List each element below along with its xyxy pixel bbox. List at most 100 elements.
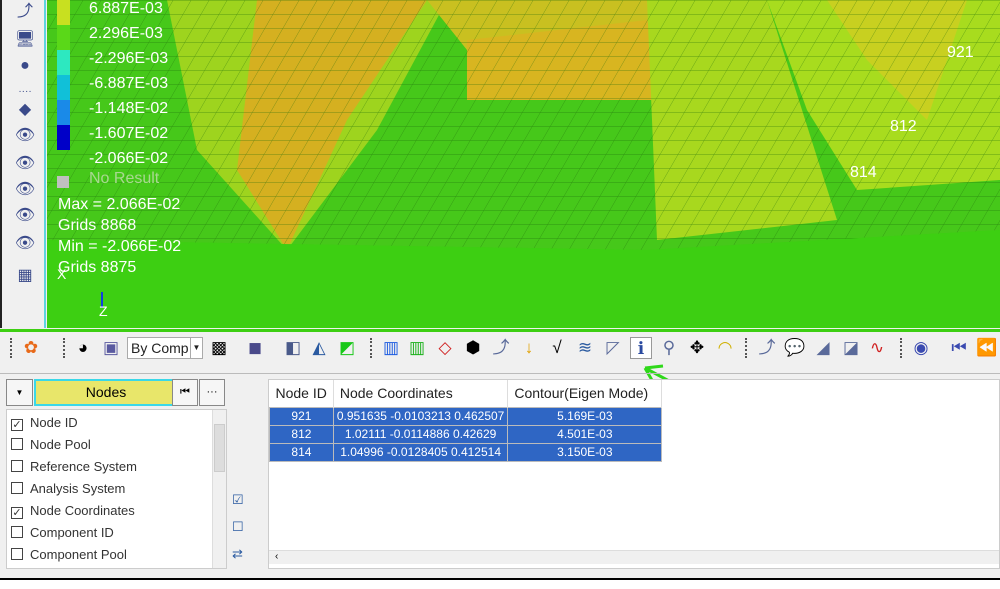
more-icon[interactable]: ···· <box>14 82 36 102</box>
max-value: Max = 2.066E-02 <box>58 196 181 213</box>
camera-icon[interactable]: ◪ <box>840 337 862 359</box>
components-icon[interactable]: ◧ <box>282 337 304 359</box>
query-results-table: Node ID Node Coordinates Contour(Eigen M… <box>268 379 1000 569</box>
reset-icon[interactable]: ⏮ <box>172 379 198 406</box>
legend-swatch <box>57 25 70 50</box>
legend-value: -2.296E-03 <box>89 50 169 67</box>
option-node-id[interactable]: ✓ Node ID <box>11 412 78 434</box>
move-icon[interactable]: ✥ <box>686 337 708 359</box>
color-by-value: By Comp <box>131 340 189 356</box>
vertical-scrollbar[interactable] <box>212 410 226 568</box>
horizontal-scrollbar[interactable]: ‹ <box>269 550 999 564</box>
legend-value: -6.887E-03 <box>89 75 169 92</box>
materials-icon[interactable]: ● <box>14 56 36 76</box>
checkbox[interactable] <box>11 460 23 472</box>
rewind-icon[interactable]: ⏪ <box>976 337 998 359</box>
table-row[interactable]: 812 1.02111 -0.0114886 0.42629 4.501E-03 <box>269 424 663 444</box>
color-wheel-icon[interactable]: ◕ <box>72 337 94 359</box>
column-header[interactable]: Contour(Eigen Mode) <box>507 380 663 407</box>
deformed-icon[interactable]: ⤴ <box>490 337 512 359</box>
contour-style-icon[interactable]: ✿ <box>20 337 42 359</box>
table-row[interactable]: 814 1.04996 -0.0128405 0.412514 3.150E-03 <box>269 442 663 462</box>
legend-color-icon[interactable]: ▣ <box>100 337 122 359</box>
legend-swatch <box>57 100 70 125</box>
legend-swatch <box>57 50 70 75</box>
eye-show-icon[interactable]: 👁 <box>14 126 36 146</box>
legend-icon[interactable]: ▥ <box>406 337 428 359</box>
uncheck-all-icon[interactable]: ☐ <box>232 519 248 537</box>
option-analysis-system[interactable]: Analysis System <box>11 478 125 500</box>
overlap-icon[interactable]: ◩ <box>336 337 358 359</box>
eye-hide-icon[interactable]: 👁 <box>14 206 36 226</box>
curve-icon[interactable]: ⤴ <box>756 337 778 359</box>
monitor-icon[interactable]: 🖥 <box>14 30 36 50</box>
derived-icon[interactable]: √ <box>546 337 568 359</box>
mesh-icon[interactable]: ▦ <box>14 266 36 286</box>
check-all-icon[interactable]: ☑ <box>232 492 248 510</box>
report-icon[interactable]: ∿ <box>866 337 888 359</box>
checkbox[interactable] <box>11 548 23 560</box>
checkbox[interactable] <box>11 526 23 538</box>
node-label-814: 814 <box>850 164 877 181</box>
legend-value: 6.887E-03 <box>89 0 163 17</box>
min-grid: Grids 8875 <box>58 259 137 276</box>
checkbox[interactable] <box>11 438 23 450</box>
reverse-check-icon[interactable]: ⇄ <box>232 546 248 564</box>
legend-swatch <box>57 0 70 25</box>
animation-icon[interactable]: ◉ <box>910 337 932 359</box>
max-grid: Grids 8868 <box>58 217 137 234</box>
eye-show-all-icon[interactable]: 👁 <box>14 180 36 200</box>
contour-icon[interactable]: ▥ <box>380 337 402 359</box>
measure-icon[interactable]: ⚲ <box>658 337 680 359</box>
color-by-select[interactable]: By Comp ▼ <box>127 337 203 359</box>
graphics-viewport[interactable]: 6.887E-03 2.296E-03 -2.296E-03 -6.887E-0… <box>47 0 1000 328</box>
legend-swatch <box>57 75 70 100</box>
entity-selector-button[interactable]: Nodes <box>34 379 178 406</box>
column-header[interactable]: Node ID <box>269 380 334 407</box>
legend-value: -2.066E-02 <box>89 150 169 167</box>
wireframe-icon[interactable]: ▩ <box>208 337 230 359</box>
legend-value: 2.296E-03 <box>89 25 163 42</box>
option-node-coordinates[interactable]: ✓ Node Coordinates <box>11 500 135 522</box>
column-header[interactable]: Node Coordinates <box>333 380 509 407</box>
checkbox[interactable] <box>11 482 23 494</box>
iso-icon[interactable]: ≋ <box>574 337 596 359</box>
section-icon[interactable]: ◸ <box>602 337 624 359</box>
more-options-button[interactable]: ··· <box>199 379 225 406</box>
legend-value: -1.148E-02 <box>89 100 169 117</box>
option-node-pool[interactable]: Node Pool <box>11 434 91 456</box>
option-component-pool[interactable]: Component Pool <box>11 544 127 566</box>
eye-pick-icon[interactable]: 👁 <box>14 154 36 174</box>
node-label-921: 921 <box>947 44 974 61</box>
eye-reverse-icon[interactable]: 👁 <box>14 234 36 254</box>
loads-icon[interactable]: ↓ <box>518 337 540 359</box>
entity-dropdown[interactable]: ▼ <box>6 379 33 406</box>
command-line[interactable] <box>0 578 1000 589</box>
shaded-icon[interactable]: ◼ <box>244 337 266 359</box>
legend-value: -1.607E-02 <box>89 125 169 142</box>
query-table-icon[interactable]: ℹ <box>630 337 652 359</box>
checkbox[interactable]: ✓ <box>11 507 23 519</box>
mirror-icon[interactable]: ◭ <box>308 337 330 359</box>
vector-icon[interactable]: ◇ <box>434 337 456 359</box>
deform-icon[interactable]: ⤴ <box>14 2 36 22</box>
min-value: Min = -2.066E-02 <box>58 238 182 255</box>
query-options-list: ✓ Node ID Node Pool Reference System Anal… <box>6 409 227 569</box>
no-result-label: No Result <box>89 170 160 187</box>
option-component-id[interactable]: Component ID <box>11 522 114 544</box>
tensor-icon[interactable]: ⬢ <box>462 337 484 359</box>
checkbox[interactable]: ✓ <box>11 419 23 431</box>
left-toolbar: ⤴ 🖥 ● ···· ◆ 👁 👁 👁 👁 👁 ▦ <box>0 0 46 328</box>
plot-icon[interactable]: ◢ <box>812 337 834 359</box>
display-mode-icon[interactable]: ◆ <box>14 100 36 120</box>
first-frame-icon[interactable]: ⏮ <box>948 337 970 359</box>
z-axis-label: Z <box>99 303 108 319</box>
chevron-down-icon: ▼ <box>190 338 202 358</box>
note-icon[interactable]: 💬 <box>784 337 806 359</box>
path-icon[interactable]: ◠ <box>714 337 736 359</box>
results-toolbar: ✿ ◕ ▣ By Comp ▼ ▩ ◼ ◧ ◭ ◩ ▥ ▥ ◇ ⬢ ⤴ ↓ √ ≋… <box>0 329 1000 362</box>
node-label-812: 812 <box>890 118 917 135</box>
x-axis-label: X <box>57 266 67 282</box>
table-row[interactable]: 921 0.951635 -0.0103213 0.462507 5.169E-03 <box>269 406 663 426</box>
option-reference-system[interactable]: Reference System <box>11 456 137 478</box>
